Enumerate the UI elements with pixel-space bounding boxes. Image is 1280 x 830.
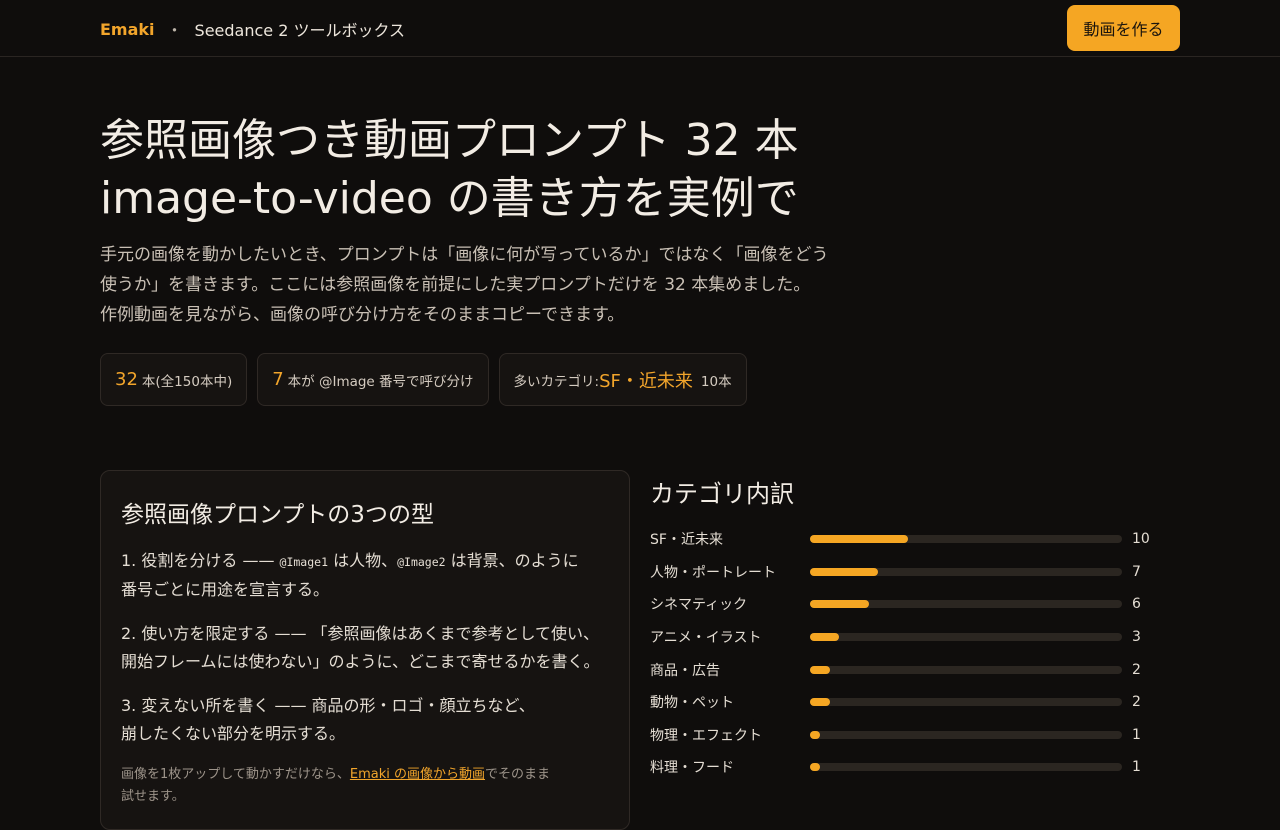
category-row: アニメ・イラスト 3 xyxy=(650,621,1180,654)
category-row: 商品・広告 2 xyxy=(650,653,1180,686)
pattern-step-2: 2. 使い方を限定する —— 「参照画像はあくまで参考として使い、 開始フレーム… xyxy=(121,620,609,676)
pattern-step-2-text: 2. 使い方を限定する —— 「参照画像はあくまで参考として使い、 xyxy=(121,624,600,643)
category-bar-fill xyxy=(810,665,830,674)
category-bar-fill xyxy=(810,567,879,576)
category-breakdown: カテゴリ内訳 SF・近未来 10 人物・ポートレート 7 シネマティック 6 アニメ・イラス… xyxy=(650,474,1180,784)
category-bar-fill xyxy=(810,763,820,772)
category-row: 動物・ペット 2 xyxy=(650,686,1180,719)
category-bar-track xyxy=(810,730,1122,739)
category-label: シネマティック xyxy=(650,597,748,614)
image-to-video-note: 画像を1枚アップして動かすだけなら、Emaki の画像から動画でそのまま 試せま… xyxy=(121,764,609,808)
patterns-card: 参照画像プロンプトの3つの型 1. 役割を分ける —— @Image1 は人物、… xyxy=(100,470,630,830)
brand-separator: ・ xyxy=(166,21,183,40)
category-row: 料理・フード 1 xyxy=(650,751,1180,784)
category-bar-track xyxy=(810,763,1122,772)
stats-row: 32 本(全150本中) 7 本が @Image 番号で呼び分け 多いカテゴリ:… xyxy=(100,353,747,406)
category-count: 1 xyxy=(1132,759,1141,776)
page-title: 参照画像つき動画プロンプト 32 本 image-to-video の書き方を実… xyxy=(100,112,1000,228)
top-bar: Emaki ・ Seedance 2 ツールボックス 動画を作る xyxy=(0,0,1280,57)
stat-top-category-name: SF・近未来 xyxy=(599,370,693,392)
category-count: 7 xyxy=(1132,563,1141,580)
category-row: 物理・エフェクト 1 xyxy=(650,719,1180,752)
pattern-step-1-text: は人物、 xyxy=(328,551,398,570)
stat-total-number: 32 xyxy=(115,369,138,390)
page-description-line3: 作例動画を見ながら、画像の呼び分け方をそのままコピーできます。 xyxy=(100,305,625,325)
category-label: 物理・エフェクト xyxy=(650,727,762,744)
category-count: 1 xyxy=(1132,726,1141,743)
note-text: 画像を1枚アップして動かすだけなら、 xyxy=(121,767,350,782)
category-label: 人物・ポートレート xyxy=(650,564,776,581)
image1-code: @Image1 xyxy=(279,555,328,569)
category-row: 人物・ポートレート 7 xyxy=(650,556,1180,589)
category-count: 6 xyxy=(1132,596,1141,613)
pattern-step-2-text: 開始フレームには使わない」のように、どこまで寄せるかを書く。 xyxy=(121,652,600,671)
stat-top-category: 多いカテゴリ: SF・近未来 10本 xyxy=(498,353,747,406)
stat-image-numbering-text: 本が @Image 番号で呼び分け xyxy=(287,373,474,390)
stat-image-numbering: 7 本が @Image 番号で呼び分け xyxy=(257,353,489,406)
stat-top-category-prefix: 多いカテゴリ: xyxy=(513,373,600,390)
category-bar-track xyxy=(810,535,1122,544)
pattern-step-1-text: 番号ごとに用途を宣言する。 xyxy=(121,580,330,599)
category-bar-fill xyxy=(810,600,869,609)
category-count: 10 xyxy=(1132,531,1150,548)
category-bar-fill xyxy=(810,698,830,707)
category-count: 2 xyxy=(1132,694,1141,711)
brand-subtitle: Seedance 2 ツールボックス xyxy=(194,21,406,40)
page-description-line2: 使うか」を書きます。ここには参照画像を前提にした実プロンプトだけを 32 本集め… xyxy=(100,275,811,295)
pattern-step-1-text: は背景、のように xyxy=(445,551,579,570)
page-title-line2: image-to-video の書き方を実例で xyxy=(100,173,799,224)
category-row: シネマティック 6 xyxy=(650,588,1180,621)
category-bar-track xyxy=(810,665,1122,674)
category-count: 3 xyxy=(1132,629,1141,646)
category-bar-fill xyxy=(810,535,908,544)
page-description: 手元の画像を動かしたいとき、プロンプトは「画像に何が写っているか」ではなく「画像… xyxy=(100,240,860,330)
category-label: アニメ・イラスト xyxy=(650,630,762,647)
category-label: 動物・ペット xyxy=(650,695,734,712)
brand[interactable]: Emaki ・ Seedance 2 ツールボックス xyxy=(100,17,405,41)
pattern-step-1-text: 1. 役割を分ける —— xyxy=(121,551,280,570)
pattern-step-3: 3. 変えない所を書く —— 商品の形・ロゴ・顔立ちなど、 崩したくない部分を明… xyxy=(121,692,609,748)
stat-image-numbering-number: 7 xyxy=(272,369,284,390)
category-bar-track xyxy=(810,698,1122,707)
category-row: SF・近未来 10 xyxy=(650,523,1180,556)
pattern-step-3-text: 3. 変えない所を書く —— 商品の形・ロゴ・顔立ちなど、 xyxy=(121,696,535,715)
stat-top-category-count: 10本 xyxy=(700,373,732,390)
brand-logo[interactable]: Emaki xyxy=(100,20,155,39)
page-title-line1: 参照画像つき動画プロンプト 32 本 xyxy=(100,115,799,166)
image2-code: @Image2 xyxy=(397,555,446,569)
note-text: でそのまま xyxy=(485,767,551,782)
create-video-button[interactable]: 動画を作る xyxy=(1067,5,1180,51)
category-bar-track xyxy=(810,600,1122,609)
pattern-step-1: 1. 役割を分ける —— @Image1 は人物、@Image2 は背景、のよう… xyxy=(121,547,609,604)
image-to-video-link[interactable]: Emaki の画像から動画 xyxy=(350,767,485,782)
note-text: 試せます。 xyxy=(121,789,185,804)
pattern-step-3-text: 崩したくない部分を明示する。 xyxy=(121,724,346,743)
patterns-title: 参照画像プロンプトの3つの型 xyxy=(121,502,434,528)
category-breakdown-title: カテゴリ内訳 xyxy=(650,480,794,508)
page-description-line1: 手元の画像を動かしたいとき、プロンプトは「画像に何が写っているか」ではなく「画像… xyxy=(100,245,829,265)
category-list: SF・近未来 10 人物・ポートレート 7 シネマティック 6 アニメ・イラスト 3 商品・広告… xyxy=(650,523,1180,784)
category-label: 料理・フード xyxy=(650,760,734,777)
category-bar-track xyxy=(810,633,1122,642)
category-bar-track xyxy=(810,567,1122,576)
category-bar-fill xyxy=(810,730,820,739)
category-label: SF・近未来 xyxy=(650,532,723,549)
category-bar-fill xyxy=(810,633,840,642)
category-label: 商品・広告 xyxy=(650,662,720,679)
stat-total-text: 本(全150本中) xyxy=(141,373,233,390)
stat-total: 32 本(全150本中) xyxy=(100,353,248,406)
category-count: 2 xyxy=(1132,661,1141,678)
